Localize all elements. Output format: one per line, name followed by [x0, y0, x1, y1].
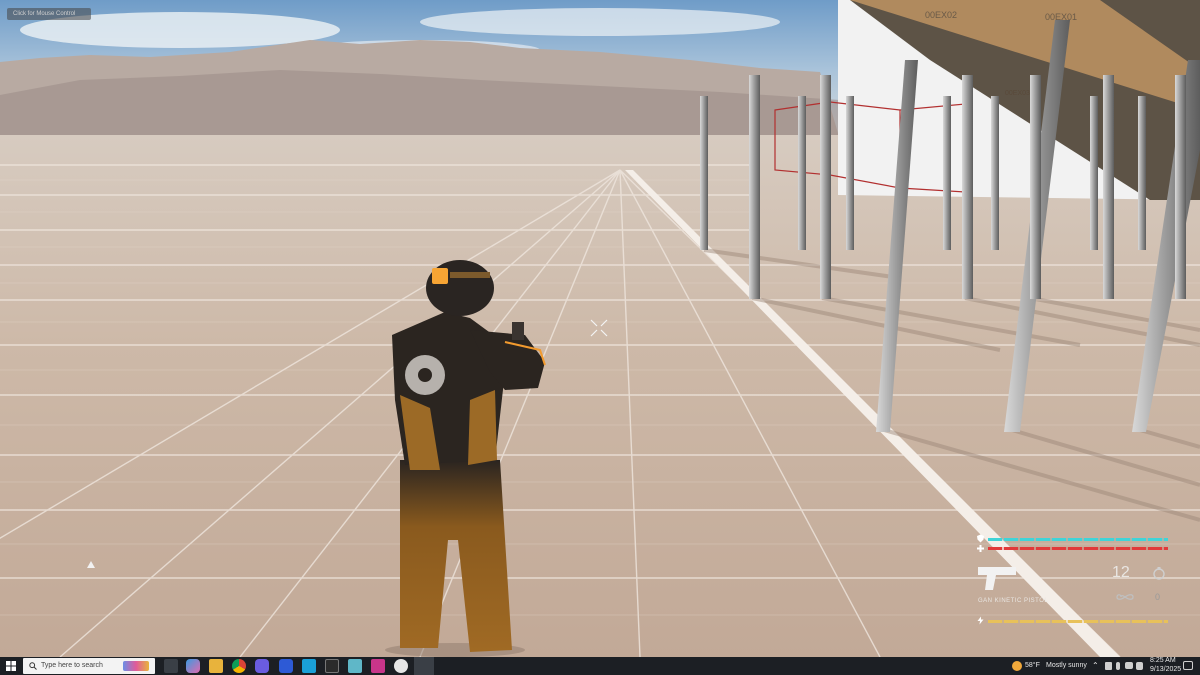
back-emblem-center — [418, 368, 432, 382]
pillar — [798, 96, 806, 250]
network-icon[interactable] — [1105, 662, 1112, 670]
pillar — [700, 96, 708, 250]
microphone-icon[interactable] — [1116, 662, 1120, 670]
cloud — [420, 8, 780, 36]
weather-desc[interactable]: Mostly sunny — [1046, 662, 1087, 669]
unreal-icon[interactable] — [279, 659, 293, 673]
wall-label: 00EX03 — [1005, 90, 1030, 97]
reserve-count: 0 — [1155, 592, 1161, 602]
shield-bar — [988, 538, 1168, 541]
infinity-icon — [1116, 594, 1134, 600]
chrome-icon[interactable] — [232, 659, 246, 673]
helmet-band — [450, 272, 490, 278]
weather-temp[interactable]: 58°F — [1025, 662, 1040, 669]
health-icon — [977, 545, 984, 552]
clock-date[interactable]: 9/13/2025 — [1150, 666, 1181, 673]
notes-icon[interactable] — [348, 659, 362, 673]
player-hud: GAN KINETIC PISTOL 12 0 — [972, 528, 1174, 632]
volume-icon[interactable] — [1136, 662, 1143, 670]
unreal-editor-icon[interactable] — [394, 659, 408, 673]
app-icon[interactable] — [302, 659, 316, 673]
pillar — [820, 75, 831, 299]
shield-icon — [977, 534, 984, 543]
windows-taskbar: Type here to search 58°F Mostly sunny ⌃ … — [0, 657, 1200, 675]
energy-icon — [977, 616, 984, 625]
pistol-icon — [978, 567, 1016, 590]
clock-time[interactable]: 8:25 AM — [1150, 657, 1176, 664]
search-placeholder: Type here to search — [41, 662, 103, 669]
pillar — [749, 75, 760, 299]
task-view-icon[interactable] — [164, 659, 178, 673]
pillar — [846, 96, 854, 250]
health-bar — [988, 547, 1168, 550]
notification-icon[interactable] — [1183, 661, 1193, 670]
mouse-control-hint[interactable]: Click for Mouse Control — [7, 8, 91, 20]
search-highlight-icon — [123, 661, 149, 671]
helmet-light — [432, 268, 448, 284]
tray-chevron-icon[interactable]: ⌃ — [1092, 661, 1099, 670]
wall-label: 00EX02 — [925, 10, 957, 20]
search-icon — [29, 662, 37, 670]
pillar — [943, 96, 951, 250]
pillar — [962, 75, 973, 299]
pillar — [1090, 96, 1098, 250]
taskbar-search-box[interactable]: Type here to search — [23, 658, 155, 674]
monitor-icon[interactable] — [1125, 662, 1133, 669]
epic-games-icon[interactable] — [325, 659, 339, 673]
health-bar-fill — [988, 547, 1168, 550]
weather-icon — [1012, 661, 1022, 671]
ammo-count: 12 — [1112, 564, 1130, 581]
shield-bar-fill — [988, 538, 1168, 541]
media-icon[interactable] — [371, 659, 385, 673]
pillar — [991, 96, 999, 250]
copilot-icon[interactable] — [186, 659, 200, 673]
pillar — [1138, 96, 1146, 250]
energy-bar — [988, 620, 1168, 623]
obs-icon[interactable] — [414, 657, 434, 675]
pillar — [1103, 75, 1114, 299]
windows-start-icon[interactable] — [6, 661, 16, 671]
character-torso-accent — [468, 390, 497, 465]
weapon-name: GAN KINETIC PISTOL — [978, 598, 1049, 604]
pillar — [1030, 75, 1041, 299]
pillar — [1175, 75, 1186, 299]
grenade-icon — [1153, 567, 1165, 580]
energy-bar-fill — [988, 620, 1168, 623]
file-explorer-icon[interactable] — [209, 659, 223, 673]
character-pistol — [512, 322, 524, 340]
discord-icon[interactable] — [255, 659, 269, 673]
